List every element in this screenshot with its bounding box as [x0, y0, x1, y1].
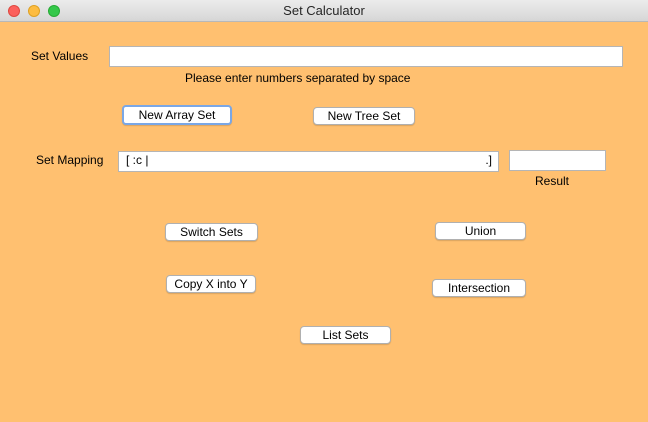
- list-sets-button[interactable]: List Sets: [300, 326, 391, 344]
- window-title: Set Calculator: [283, 3, 365, 18]
- set-mapping-value-left: [ :c |: [126, 153, 149, 167]
- result-label: Result: [535, 174, 570, 188]
- set-mapping-field[interactable]: [ :c | .]: [118, 151, 499, 172]
- set-values-label: Set Values: [31, 49, 89, 63]
- set-values-input[interactable]: [109, 46, 623, 67]
- union-button[interactable]: Union: [435, 222, 526, 240]
- title-bar: Set Calculator: [0, 0, 648, 22]
- new-tree-set-button[interactable]: New Tree Set: [313, 107, 415, 125]
- intersection-button[interactable]: Intersection: [432, 279, 526, 297]
- main-panel: Set Values Please enter numbers separate…: [0, 22, 648, 422]
- set-values-hint: Please enter numbers separated by space: [185, 71, 411, 85]
- result-field[interactable]: [509, 150, 606, 171]
- set-mapping-value-right: .]: [485, 153, 492, 167]
- set-calculator-window: Set Calculator Set Values Please enter n…: [0, 0, 648, 422]
- set-mapping-label: Set Mapping: [36, 153, 104, 167]
- new-array-set-button[interactable]: New Array Set: [122, 105, 232, 125]
- copy-x-into-y-button[interactable]: Copy X into Y: [166, 275, 256, 293]
- switch-sets-button[interactable]: Switch Sets: [165, 223, 258, 241]
